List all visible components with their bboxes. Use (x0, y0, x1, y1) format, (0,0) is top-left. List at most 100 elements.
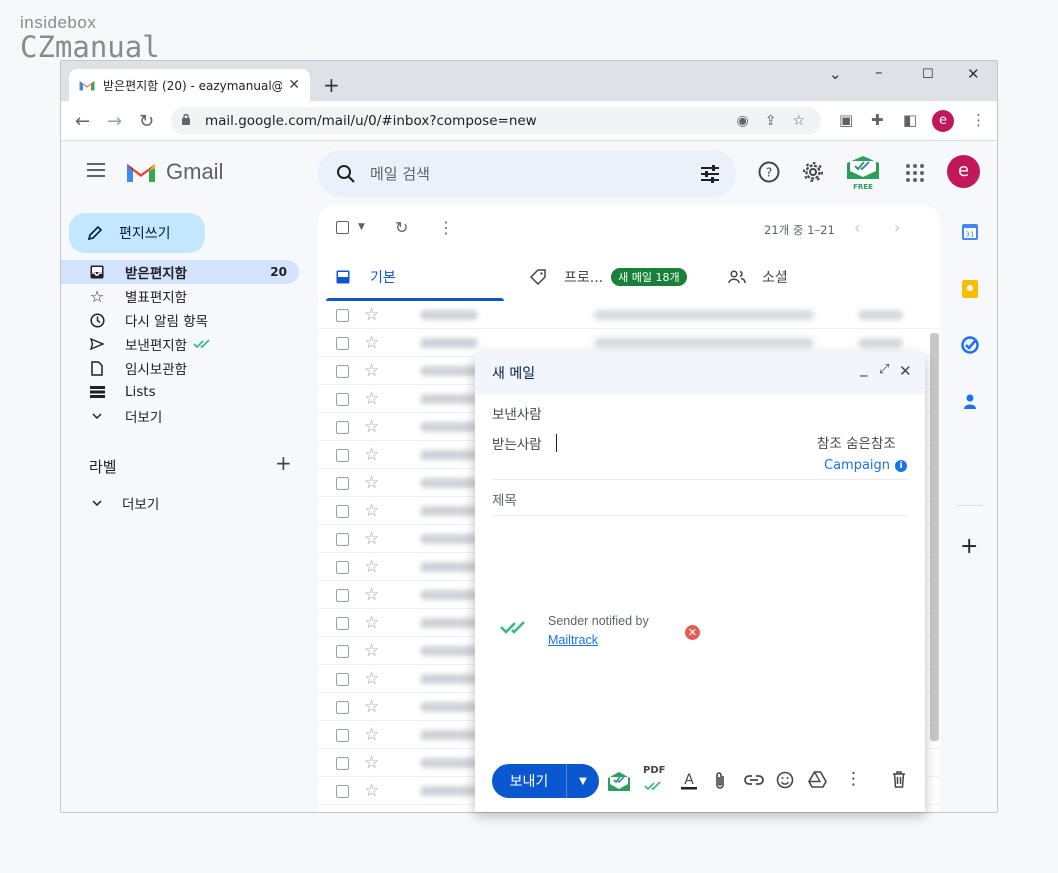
row-star-icon[interactable]: ☆ (364, 753, 379, 773)
pdf-tracking-button[interactable]: PDF (643, 765, 669, 791)
labels-more-item[interactable]: 더보기 (89, 493, 159, 513)
send-button[interactable]: 보내기 ▼ (492, 764, 599, 798)
reload-icon[interactable]: ↻ (139, 111, 154, 132)
select-dropdown-icon[interactable]: ▼ (358, 222, 365, 232)
bookmark-star-icon[interactable]: ☆ (792, 113, 805, 129)
row-checkbox[interactable] (336, 337, 349, 350)
mailtrack-link[interactable]: Mailtrack (548, 631, 649, 650)
row-star-icon[interactable]: ☆ (364, 529, 379, 549)
share-icon[interactable]: ⇪ (765, 113, 777, 129)
forward-icon[interactable]: → (107, 111, 122, 132)
row-checkbox[interactable] (336, 645, 349, 658)
back-icon[interactable]: ← (75, 111, 90, 132)
tasks-icon[interactable] (961, 336, 979, 354)
row-star-icon[interactable]: ☆ (364, 417, 379, 437)
mailtrack-free-button[interactable]: FREE (844, 155, 882, 191)
tab-promotions[interactable]: 프로... 새 메일 18개 (530, 253, 687, 301)
send-options-icon[interactable]: ▼ (567, 776, 599, 787)
sidebar-item-starred[interactable]: ☆ 별표편지함 (61, 284, 299, 308)
row-checkbox[interactable] (336, 365, 349, 378)
campaign-link[interactable]: Campaign i (824, 458, 908, 473)
compose-button[interactable]: 편지쓰기 (69, 213, 205, 253)
maximize-icon[interactable]: ☐ (922, 67, 934, 82)
insert-link-icon[interactable] (744, 774, 764, 786)
row-star-icon[interactable]: ☆ (364, 613, 379, 633)
to-input-caret[interactable] (556, 434, 557, 452)
discard-trash-icon[interactable] (892, 771, 906, 788)
search-options-icon[interactable] (700, 164, 720, 183)
row-star-icon[interactable]: ☆ (364, 501, 379, 521)
contacts-icon[interactable] (961, 393, 979, 411)
more-options-icon[interactable]: ⋮ (438, 218, 454, 237)
add-addon-icon[interactable]: + (960, 534, 978, 559)
google-apps-icon[interactable] (906, 164, 924, 182)
subject-field[interactable]: 제목 (492, 489, 517, 509)
next-page-icon[interactable]: › (894, 218, 900, 237)
row-checkbox[interactable] (336, 533, 349, 546)
row-checkbox[interactable] (336, 421, 349, 434)
address-bar[interactable]: mail.google.com/mail/u/0/#inbox?compose=… (171, 107, 821, 135)
row-star-icon[interactable]: ☆ (364, 473, 379, 493)
row-star-icon[interactable]: ☆ (364, 641, 379, 661)
tab-close-icon[interactable]: ✕ (288, 77, 300, 93)
row-star-icon[interactable]: ☆ (364, 305, 379, 325)
browser-menu-icon[interactable]: ⋮ (971, 111, 986, 129)
row-checkbox[interactable] (336, 449, 349, 462)
browser-tab[interactable]: 받은편지함 (20) - eazymanual@ ✕ (69, 69, 310, 101)
main-menu-icon[interactable] (87, 163, 105, 181)
attach-paperclip-icon[interactable] (713, 771, 727, 791)
row-checkbox[interactable] (336, 701, 349, 714)
tab-search-icon[interactable]: ⌄ (829, 65, 842, 83)
row-star-icon[interactable]: ☆ (364, 669, 379, 689)
add-label-icon[interactable]: + (275, 451, 292, 475)
text-format-icon[interactable]: A (680, 771, 698, 791)
row-star-icon[interactable]: ☆ (364, 389, 379, 409)
extension-mailtrack-icon[interactable]: ▣ (839, 111, 853, 129)
table-row[interactable]: ☆ (318, 301, 940, 329)
drive-icon[interactable] (808, 771, 827, 788)
new-tab-icon[interactable]: + (323, 73, 340, 97)
minimize-icon[interactable]: – (875, 63, 883, 81)
sidebar-item-drafts[interactable]: 임시보관함 (61, 356, 299, 380)
account-avatar[interactable]: e (947, 155, 980, 188)
row-checkbox[interactable] (336, 617, 349, 630)
search-bar[interactable]: 메일 검색 (318, 150, 736, 197)
keep-icon[interactable] (961, 279, 979, 299)
row-checkbox[interactable] (336, 393, 349, 406)
list-scrollbar[interactable] (930, 333, 939, 741)
row-star-icon[interactable]: ☆ (364, 557, 379, 577)
row-star-icon[interactable]: ☆ (364, 697, 379, 717)
row-checkbox[interactable] (336, 477, 349, 490)
more-options-icon[interactable]: ⋮ (845, 769, 862, 789)
close-icon[interactable]: ✕ (899, 362, 912, 380)
search-icon[interactable] (336, 164, 356, 184)
view-icon[interactable]: ◉ (736, 113, 748, 129)
refresh-icon[interactable]: ↻ (395, 218, 408, 237)
row-star-icon[interactable]: ☆ (364, 445, 379, 465)
row-star-icon[interactable]: ☆ (364, 585, 379, 605)
row-checkbox[interactable] (336, 309, 349, 322)
row-star-icon[interactable]: ☆ (364, 781, 379, 801)
sidebar-item-sent[interactable]: 보낸편지함 (61, 332, 299, 356)
mailtrack-campaign-icon[interactable] (606, 771, 632, 793)
select-all-checkbox[interactable] (336, 221, 349, 234)
tab-primary[interactable]: 기본 (326, 253, 504, 301)
search-input[interactable]: 메일 검색 (370, 163, 700, 184)
sidebar-item-more[interactable]: 더보기 (61, 404, 299, 428)
settings-gear-icon[interactable] (802, 161, 824, 183)
side-panel-icon[interactable]: ◧ (903, 111, 917, 129)
minimize-icon[interactable]: _ (860, 359, 868, 377)
sidebar-item-snoozed[interactable]: 다시 알림 항목 (61, 308, 299, 332)
fullscreen-icon[interactable]: ⤢ (879, 362, 889, 377)
compose-header[interactable]: 새 메일 _ ⤢ ✕ (475, 352, 925, 394)
row-checkbox[interactable] (336, 785, 349, 798)
row-star-icon[interactable]: ☆ (364, 333, 379, 353)
row-checkbox[interactable] (336, 561, 349, 574)
remove-signature-icon[interactable]: ✕ (685, 625, 700, 640)
row-checkbox[interactable] (336, 729, 349, 742)
sidebar-item-inbox[interactable]: 받은편지함 20 (61, 260, 299, 284)
window-close-icon[interactable]: ✕ (967, 65, 980, 83)
row-checkbox[interactable] (336, 589, 349, 602)
row-checkbox[interactable] (336, 673, 349, 686)
row-star-icon[interactable]: ☆ (364, 361, 379, 381)
